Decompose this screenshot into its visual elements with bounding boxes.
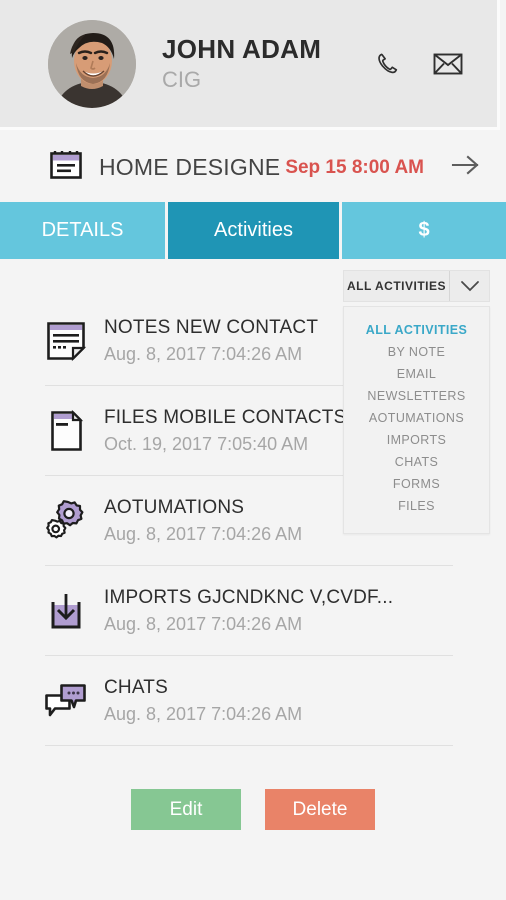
gears-icon xyxy=(38,499,94,543)
tab-activities[interactable]: Activities xyxy=(168,202,339,259)
list-item-time: Aug. 8, 2017 7:04:26 AM xyxy=(104,343,303,364)
filter-dropdown-button[interactable]: ALL ACTIVITIES xyxy=(343,270,490,302)
filter-dropdown-menu: ALL ACTIVITIES BY NOTE EMAIL NEWSLETTERS… xyxy=(343,306,490,534)
list-item-time: Oct. 19, 2017 7:05:40 AM xyxy=(104,433,309,454)
tab-bar: DETAILS Activities $ xyxy=(0,202,506,259)
event-title-row: HOME DESIGNE Sep 15 8:00 AM xyxy=(0,133,506,202)
profile-actions xyxy=(373,49,463,79)
filter-option-by-note[interactable]: BY NOTE xyxy=(344,341,489,363)
user-photo xyxy=(48,19,136,108)
filter-option-aotumations[interactable]: AOTUMATIONS xyxy=(344,407,489,429)
list-item[interactable]: IMPORTS GJCNDKNC V,CVDF... Aug. 8, 2017 … xyxy=(0,566,506,656)
action-buttons: Edit Delete xyxy=(0,789,506,830)
list-item-title: NOTES NEW CONTACT xyxy=(104,316,319,338)
file-icon xyxy=(38,409,94,453)
list-item-time: Aug. 8, 2017 7:04:26 AM xyxy=(104,703,303,724)
profile-text: JOHN ADAM CIG xyxy=(162,35,373,92)
list-item-title: CHATS xyxy=(104,676,168,698)
tab-money[interactable]: $ xyxy=(342,202,506,259)
chevron-down-icon[interactable] xyxy=(449,271,489,301)
tab-details[interactable]: DETAILS xyxy=(0,202,165,259)
list-item-title: IMPORTS GJCNDKNC V,CVDF... xyxy=(104,586,394,608)
arrow-right-icon[interactable] xyxy=(450,153,482,182)
avatar[interactable] xyxy=(48,19,136,108)
phone-icon[interactable] xyxy=(373,49,403,79)
chats-icon xyxy=(38,680,94,722)
list-separator xyxy=(45,745,453,746)
profile-header-card: JOHN ADAM CIG xyxy=(0,0,500,130)
page-title: JOHN ADAM xyxy=(162,34,322,65)
delete-button[interactable]: Delete xyxy=(265,789,375,830)
filter-option-all-activities[interactable]: ALL ACTIVITIES xyxy=(344,319,489,341)
calendar-icon xyxy=(47,146,85,189)
event-title: HOME DESIGNE xyxy=(99,154,281,180)
profile-subtitle: CIG xyxy=(162,66,202,92)
contact-detail-screen: JOHN ADAM CIG HOME DESIGNE Sep 15 8:00 A… xyxy=(0,0,506,900)
filter-option-newsletters[interactable]: NEWSLETTERS xyxy=(344,385,489,407)
list-item-time: Aug. 8, 2017 7:04:26 AM xyxy=(104,523,303,544)
list-item[interactable]: CHATS Aug. 8, 2017 7:04:26 AM xyxy=(0,656,506,746)
event-date: Sep 15 8:00 AM xyxy=(285,156,424,178)
filter-option-email[interactable]: EMAIL xyxy=(344,363,489,385)
filter-option-chats[interactable]: CHATS xyxy=(344,451,489,473)
list-item-title: FILES MOBILE CONTACTS... xyxy=(104,406,363,428)
filter-option-forms[interactable]: FORMS xyxy=(344,473,489,495)
edit-button[interactable]: Edit xyxy=(131,789,241,830)
filter-option-files[interactable]: FILES xyxy=(344,495,489,517)
notes-icon xyxy=(38,319,94,363)
download-icon xyxy=(38,589,94,633)
filter-option-imports[interactable]: IMPORTS xyxy=(344,429,489,451)
filter-selected-label: ALL ACTIVITIES xyxy=(346,279,446,293)
activity-filter: ALL ACTIVITIES ALL ACTIVITIES BY NOTE EM… xyxy=(343,270,490,534)
list-item-time: Aug. 8, 2017 7:04:26 AM xyxy=(104,613,303,634)
envelope-icon[interactable] xyxy=(433,49,463,79)
list-item-title: AOTUMATIONS xyxy=(104,496,245,518)
